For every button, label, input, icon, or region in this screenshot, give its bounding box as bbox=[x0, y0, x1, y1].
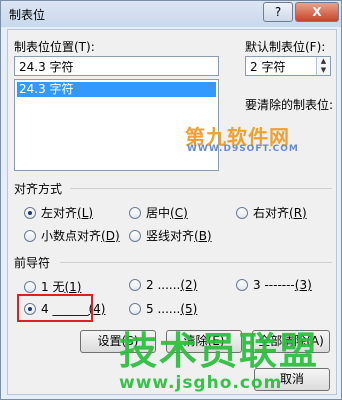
radio-leader-3[interactable]: 3 ------- (3) bbox=[236, 278, 312, 292]
leader-divider bbox=[60, 262, 332, 263]
radio-align-center-key: (C) bbox=[170, 205, 188, 220]
radio-leader-5-label: 5 ...... bbox=[146, 302, 181, 316]
radio-align-decimal-label: 小数点对齐 bbox=[41, 229, 102, 243]
radio-align-left-key: (L) bbox=[77, 205, 94, 220]
radio-align-decimal-dot[interactable] bbox=[24, 229, 36, 242]
radio-leader-2-dot[interactable] bbox=[129, 279, 141, 291]
radio-leader-3-dot[interactable] bbox=[236, 279, 248, 291]
watermark-d9soft-url: WWW.D9SOFT.COM bbox=[187, 144, 299, 154]
default-tab-stops-label: 默认制表位(F): bbox=[245, 40, 326, 54]
close-button[interactable]: X bbox=[295, 2, 339, 22]
radio-leader-3-key: (3) bbox=[294, 278, 312, 292]
default-tab-stops-spinner[interactable]: ▲ ▼ bbox=[316, 57, 330, 75]
radio-leader-1[interactable]: 1 无 (1) bbox=[24, 278, 81, 295]
radio-align-bar-label: 竖线对齐 bbox=[146, 229, 195, 243]
radio-align-left-dot[interactable] bbox=[24, 206, 36, 219]
radio-align-center-label: 居中 bbox=[146, 206, 171, 220]
radio-leader-2[interactable]: 2 ...... (2) bbox=[129, 278, 197, 292]
leader-heading: 前导符 bbox=[14, 256, 51, 270]
help-button[interactable]: ? bbox=[263, 2, 293, 22]
radio-leader-3-label: 3 ------- bbox=[253, 278, 295, 292]
radio-align-bar-key: (B) bbox=[194, 228, 212, 243]
watermark-jsgho: 技术员联盟 bbox=[119, 329, 320, 373]
spin-up-icon[interactable]: ▲ bbox=[317, 57, 330, 66]
to-be-cleared-label: 要清除的制表位: bbox=[245, 98, 334, 112]
radio-align-right-label: 右对齐 bbox=[253, 206, 290, 220]
radio-align-right-key: (R) bbox=[289, 205, 307, 220]
tab-stop-position-label: 制表位位置(T): bbox=[14, 40, 95, 54]
radio-align-left-label: 左对齐 bbox=[41, 206, 78, 220]
radio-leader-2-label: 2 ...... bbox=[146, 278, 181, 292]
radio-leader-1-dot[interactable] bbox=[24, 280, 36, 293]
tabs-dialog: 制表位 ? X 制表位位置(T): 24.3 字符 24.3 字符 默认制表位(… bbox=[0, 0, 342, 400]
alignment-heading: 对齐方式 bbox=[14, 182, 63, 196]
tab-stop-list-item[interactable]: 24.3 字符 bbox=[17, 82, 216, 97]
radio-leader-2-key: (2) bbox=[180, 278, 198, 292]
radio-leader-1-label: 1 无 bbox=[41, 280, 65, 294]
radio-leader-5-key: (5) bbox=[180, 302, 198, 316]
radio-leader-1-key: (1) bbox=[64, 279, 82, 294]
alignment-divider bbox=[70, 188, 332, 189]
radio-align-decimal-key: (D) bbox=[101, 228, 120, 243]
default-tab-stops-input[interactable]: 2 字符 ▲ ▼ bbox=[245, 56, 331, 76]
watermark-jsgho-url: www.jsgho.com bbox=[119, 373, 283, 393]
spin-down-icon[interactable]: ▼ bbox=[317, 66, 330, 75]
radio-align-right[interactable]: 右对齐 (R) bbox=[236, 204, 307, 221]
radio-align-center-dot[interactable] bbox=[129, 206, 141, 219]
tab-stop-position-input[interactable]: 24.3 字符 bbox=[14, 56, 219, 76]
dialog-title: 制表位 bbox=[9, 8, 46, 22]
radio-align-bar[interactable]: 竖线对齐 (B) bbox=[129, 227, 212, 244]
radio-align-left[interactable]: 左对齐 (L) bbox=[24, 204, 93, 221]
radio-align-bar-dot[interactable] bbox=[129, 229, 141, 242]
radio-leader-5[interactable]: 5 ...... (5) bbox=[129, 302, 197, 316]
title-bar: 制表位 ? X bbox=[1, 1, 341, 27]
radio-align-decimal[interactable]: 小数点对齐 (D) bbox=[24, 227, 120, 244]
radio-leader-5-dot[interactable] bbox=[129, 303, 141, 315]
selection-highlight-box bbox=[17, 294, 93, 322]
default-tab-stops-value: 2 字符 bbox=[250, 60, 286, 74]
radio-align-center[interactable]: 居中 (C) bbox=[129, 204, 188, 221]
radio-align-right-dot[interactable] bbox=[236, 206, 248, 219]
